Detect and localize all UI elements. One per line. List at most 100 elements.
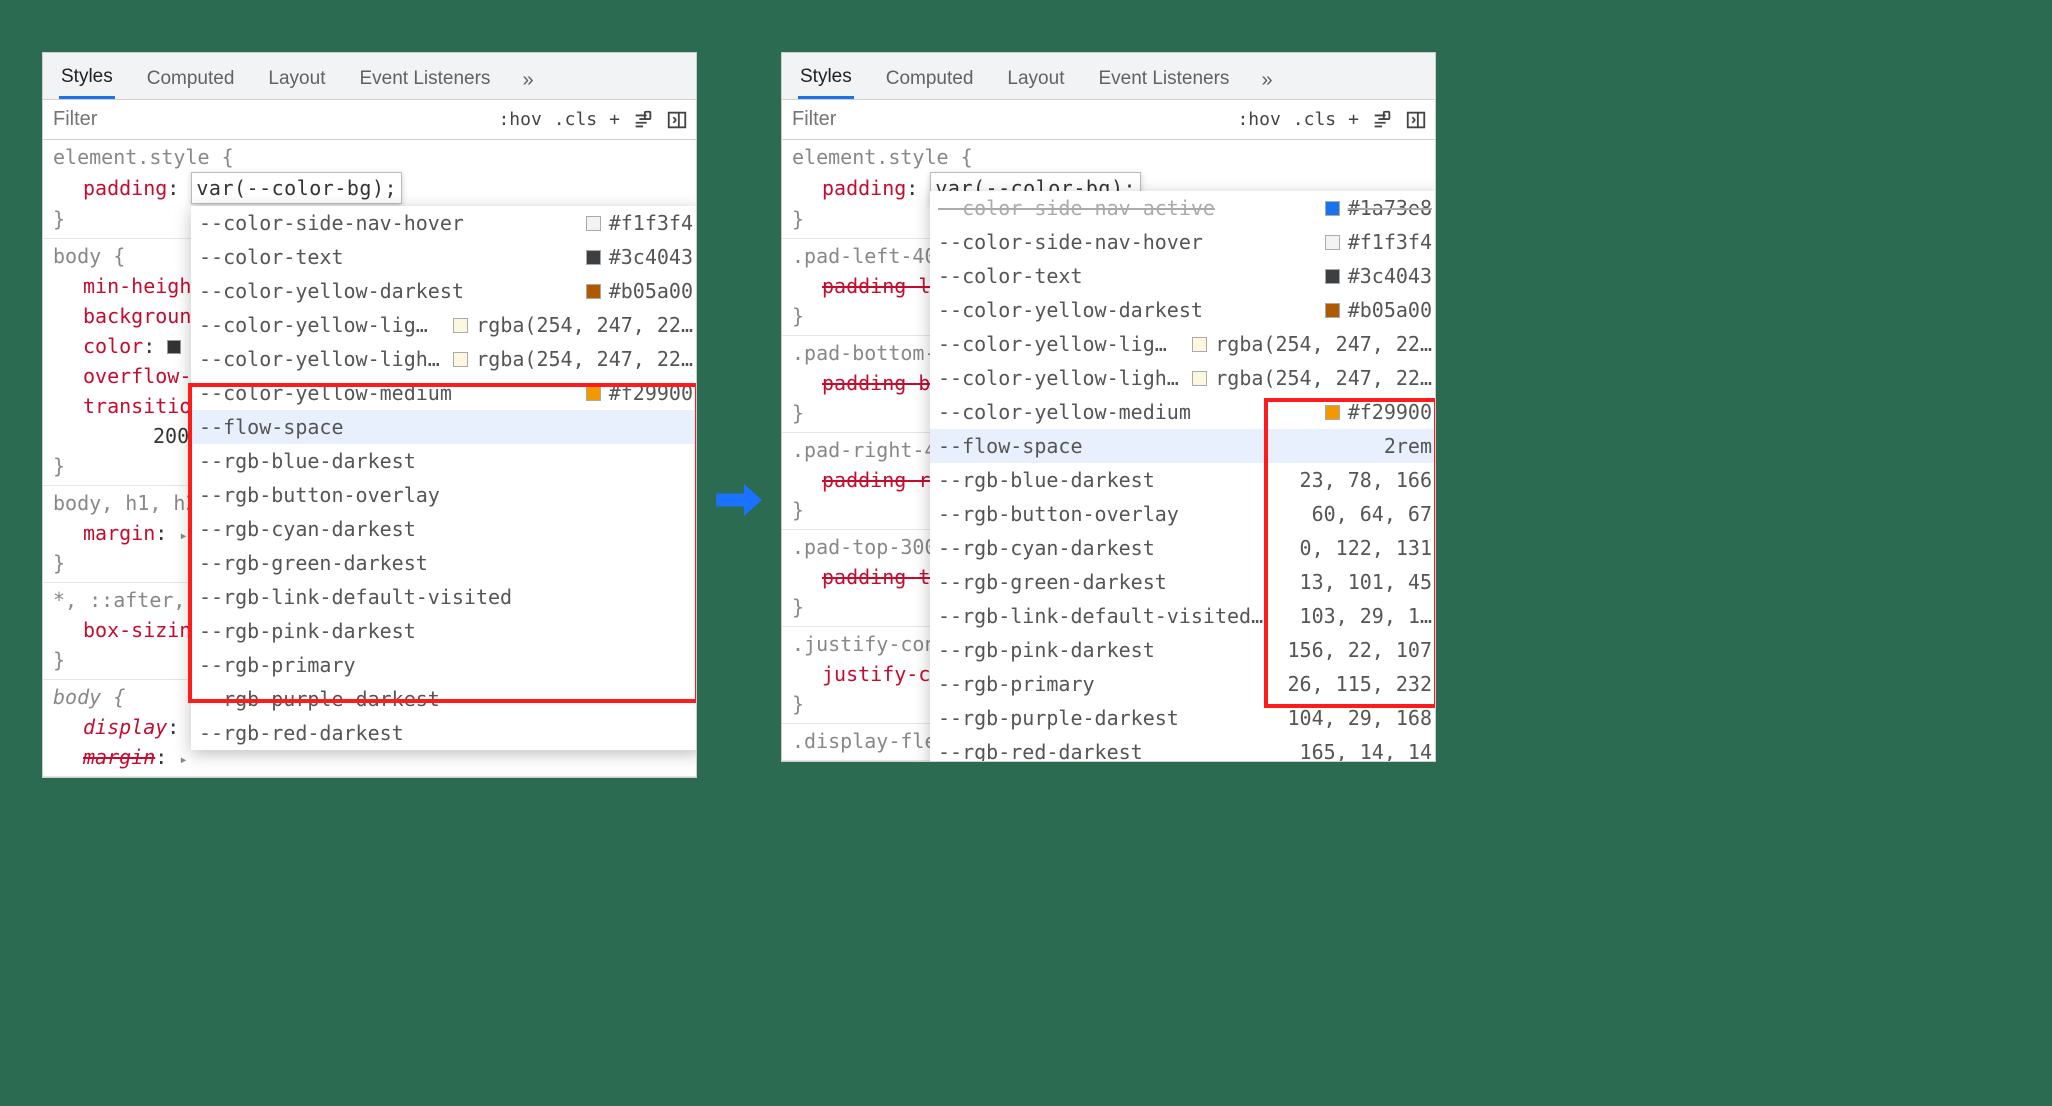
color-swatch[interactable]	[167, 340, 181, 354]
autocomplete-item[interactable]: --rgb-pink-darkest	[191, 614, 697, 648]
autocomplete-name: --rgb-green-darkest	[199, 548, 693, 578]
expand-triangle-icon[interactable]: ▸	[179, 528, 187, 544]
tabs-overflow-icon[interactable]: »	[1261, 69, 1272, 92]
autocomplete-popup[interactable]: --color-side-nav-hover#f1f3f4--color-tex…	[191, 206, 697, 750]
autocomplete-item[interactable]: --rgb-cyan-darkest	[191, 512, 697, 546]
cls-toggle[interactable]: .cls	[1293, 109, 1336, 130]
autocomplete-item[interactable]: --rgb-button-overlay60, 64, 67	[930, 497, 1436, 531]
autocomplete-value: #b05a00	[1348, 295, 1432, 325]
autocomplete-item[interactable]: --color-yellow-lig…rgba(254, 247, 22…	[930, 327, 1436, 361]
autocomplete-name: --color-yellow-medium	[199, 378, 578, 408]
autocomplete-item[interactable]: --rgb-green-darkest13, 101, 45	[930, 565, 1436, 599]
new-rule-button[interactable]: +	[609, 109, 620, 130]
property-value-editing[interactable]: var(--color-bg);	[191, 172, 402, 204]
property-name[interactable]: padding	[83, 176, 167, 200]
autocomplete-value: 103, 29, 1…	[1300, 601, 1432, 631]
autocomplete-name: --color-yellow-medium	[938, 397, 1317, 427]
autocomplete-item[interactable]: color side nav active #1a73e8	[930, 191, 1436, 225]
panel-toggle-icon[interactable]	[666, 109, 688, 131]
color-swatch	[1325, 235, 1340, 250]
new-rule-button[interactable]: +	[1348, 109, 1359, 130]
autocomplete-name: --rgb-blue-darkest	[938, 465, 1292, 495]
autocomplete-item[interactable]: --rgb-purple-darkest104, 29, 168	[930, 701, 1436, 735]
property-name[interactable]: min-height	[83, 274, 203, 298]
autocomplete-item[interactable]: --rgb-purple-darkest	[191, 682, 697, 716]
autocomplete-item[interactable]: --rgb-cyan-darkest0, 122, 131	[930, 531, 1436, 565]
property-name[interactable]: margin	[83, 745, 155, 769]
autocomplete-value: 165, 14, 14	[1300, 737, 1432, 762]
autocomplete-item[interactable]: --color-yellow-medium#f29900	[191, 376, 697, 410]
color-swatch	[1325, 269, 1340, 284]
autocomplete-item[interactable]: --flow-space	[191, 410, 697, 444]
autocomplete-item[interactable]: --rgb-blue-darkest	[191, 444, 697, 478]
autocomplete-item[interactable]: --color-side-nav-hover#f1f3f4	[191, 206, 697, 240]
autocomplete-item[interactable]: --color-yellow-ligh…rgba(254, 247, 22…	[191, 342, 697, 376]
brush-icon[interactable]	[632, 109, 654, 131]
autocomplete-item[interactable]: --rgb-red-darkest	[191, 716, 697, 750]
brush-icon[interactable]	[1371, 109, 1393, 131]
property-name[interactable]: color	[83, 334, 143, 358]
autocomplete-value: rgba(254, 247, 22…	[1215, 363, 1432, 393]
property-name[interactable]: padding-t	[822, 565, 930, 589]
autocomplete-value: 23, 78, 166	[1300, 465, 1432, 495]
cls-toggle[interactable]: .cls	[554, 109, 597, 130]
panel-toggle-icon[interactable]	[1405, 109, 1427, 131]
autocomplete-item[interactable]: --color-text#3c4043	[191, 240, 697, 274]
tab-styles[interactable]: Styles	[59, 61, 115, 99]
property-name[interactable]: transition	[83, 394, 203, 418]
autocomplete-item[interactable]: --rgb-primary26, 115, 232	[930, 667, 1436, 701]
expand-triangle-icon[interactable]: ▸	[179, 752, 187, 768]
tab-computed[interactable]: Computed	[884, 63, 976, 98]
autocomplete-item[interactable]: --color-yellow-darkest#b05a00	[930, 293, 1436, 327]
property-name[interactable]: background	[83, 304, 203, 328]
color-swatch	[453, 352, 468, 367]
autocomplete-value: 26, 115, 232	[1288, 669, 1433, 699]
autocomplete-name: --rgb-button-overlay	[938, 499, 1304, 529]
property-name[interactable]: display	[83, 715, 167, 739]
autocomplete-item[interactable]: --rgb-green-darkest	[191, 546, 697, 580]
autocomplete-item[interactable]: --rgb-link-default-visited	[191, 580, 697, 614]
tab-event-listeners[interactable]: Event Listeners	[1096, 63, 1231, 98]
property-name[interactable]: margin	[83, 521, 155, 545]
tab-styles[interactable]: Styles	[798, 61, 854, 99]
autocomplete-value: rgba(254, 247, 22…	[1215, 329, 1432, 359]
autocomplete-item[interactable]: --rgb-red-darkest165, 14, 14	[930, 735, 1436, 762]
tab-layout[interactable]: Layout	[266, 63, 327, 98]
autocomplete-popup[interactable]: color side nav active #1a73e8 --color-si…	[930, 191, 1436, 762]
property-name[interactable]: justify-c	[822, 662, 930, 686]
tab-event-listeners[interactable]: Event Listeners	[357, 63, 492, 98]
property-name[interactable]: overflow-	[83, 364, 191, 388]
autocomplete-name: --color-yellow-lig…	[199, 310, 445, 340]
autocomplete-name: --flow-space	[938, 431, 1376, 461]
tab-computed[interactable]: Computed	[145, 63, 237, 98]
filter-input[interactable]	[51, 104, 486, 135]
color-swatch	[453, 318, 468, 333]
filter-input[interactable]	[790, 104, 1225, 135]
autocomplete-item[interactable]: --color-yellow-darkest#b05a00	[191, 274, 697, 308]
autocomplete-item[interactable]: --flow-space2rem	[930, 429, 1436, 463]
property-name[interactable]: padding-b	[822, 371, 930, 395]
autocomplete-item[interactable]: --color-yellow-medium#f29900	[930, 395, 1436, 429]
hov-toggle[interactable]: :hov	[1237, 109, 1280, 130]
autocomplete-item[interactable]: --color-text#3c4043	[930, 259, 1436, 293]
autocomplete-item[interactable]: --rgb-button-overlay	[191, 478, 697, 512]
property-name[interactable]: padding	[822, 176, 906, 200]
property-name[interactable]: padding-r	[822, 468, 930, 492]
color-swatch	[586, 216, 601, 231]
autocomplete-value: rgba(254, 247, 22…	[476, 344, 693, 374]
autocomplete-item[interactable]: --rgb-pink-darkest156, 22, 107	[930, 633, 1436, 667]
property-name[interactable]: box-sizin	[83, 618, 191, 642]
autocomplete-item[interactable]: --color-yellow-ligh…rgba(254, 247, 22…	[930, 361, 1436, 395]
autocomplete-item[interactable]: --color-side-nav-hover#f1f3f4	[930, 225, 1436, 259]
autocomplete-item[interactable]: --rgb-link-default-visited…103, 29, 1…	[930, 599, 1436, 633]
autocomplete-item[interactable]: --color-yellow-lig…rgba(254, 247, 22…	[191, 308, 697, 342]
autocomplete-item[interactable]: --rgb-primary	[191, 648, 697, 682]
autocomplete-item[interactable]: --rgb-blue-darkest 23, 78, 166	[930, 463, 1436, 497]
property-name[interactable]: padding-l	[822, 274, 930, 298]
tab-layout[interactable]: Layout	[1005, 63, 1066, 98]
color-swatch	[1325, 405, 1340, 420]
color-swatch	[586, 386, 601, 401]
hov-toggle[interactable]: :hov	[498, 109, 541, 130]
autocomplete-name: --rgb-primary	[199, 650, 693, 680]
tabs-overflow-icon[interactable]: »	[522, 69, 533, 92]
